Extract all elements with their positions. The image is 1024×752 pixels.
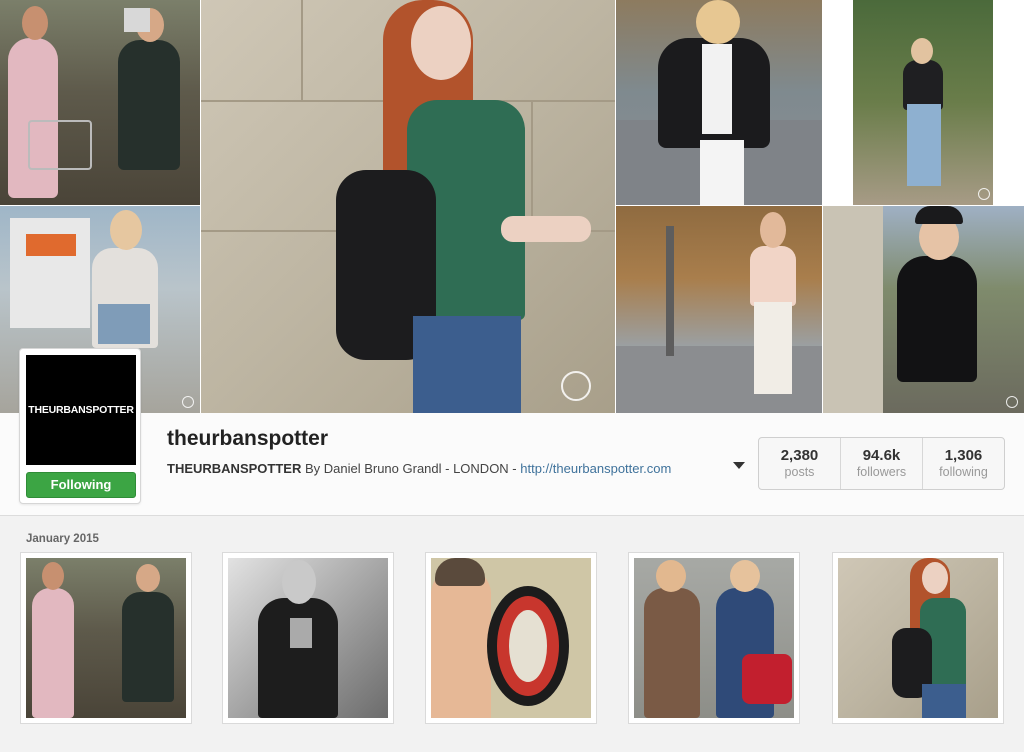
stat-posts-count: 2,380	[780, 447, 819, 464]
stat-following-count: 1,306	[944, 447, 983, 464]
bio-name: THEURBANSPOTTER	[167, 461, 302, 476]
stat-posts-label: posts	[784, 465, 815, 479]
watermark-icon	[561, 371, 591, 401]
watermark-icon	[182, 396, 194, 408]
mosaic-photo-autumn-park[interactable]	[823, 0, 1024, 205]
mosaic-photo-pink-tweed[interactable]	[0, 0, 200, 205]
profile-avatar-card: THEURBANSPOTTER Following	[19, 348, 141, 504]
profile-bio: THEURBANSPOTTER By Daniel Bruno Grandl -…	[167, 461, 671, 476]
feed-thumbnail[interactable]	[832, 552, 1004, 724]
avatar-logo-text: THEURBANSPOTTER	[28, 404, 134, 416]
mosaic-photo-beret[interactable]	[823, 206, 1024, 413]
chevron-down-icon[interactable]	[733, 462, 745, 469]
watermark-icon	[978, 188, 990, 200]
feed-month-label: January 2015	[26, 533, 99, 545]
mosaic-photo-main[interactable]	[201, 0, 615, 413]
avatar[interactable]: THEURBANSPOTTER	[26, 355, 136, 465]
feed-thumbnail[interactable]	[20, 552, 192, 724]
stat-following-label: following	[939, 465, 988, 479]
following-button[interactable]: Following	[26, 472, 136, 498]
stat-followers-label: followers	[856, 465, 907, 479]
stat-followers[interactable]: 94.6k followers	[841, 438, 923, 489]
profile-username: theurbanspotter	[167, 427, 329, 450]
stat-followers-count: 94.6k	[862, 447, 901, 464]
bio-text: By Daniel Bruno Grandl - LONDON -	[301, 461, 521, 476]
bio-website-link[interactable]: http://theurbanspotter.com	[520, 461, 671, 476]
profile-stats: 2,380 posts 94.6k followers 1,306 follow…	[758, 437, 1005, 490]
feed-thumbnail[interactable]	[425, 552, 597, 724]
feed-thumbnail[interactable]	[628, 552, 800, 724]
feed-thumbnail[interactable]	[222, 552, 394, 724]
stat-posts[interactable]: 2,380 posts	[759, 438, 841, 489]
photo-mosaic-header	[0, 0, 1024, 413]
watermark-icon	[1006, 396, 1018, 408]
mosaic-photo-pink-blouse[interactable]	[616, 206, 822, 413]
mosaic-photo-black-jacket[interactable]	[616, 0, 822, 205]
stat-following[interactable]: 1,306 following	[923, 438, 1004, 489]
